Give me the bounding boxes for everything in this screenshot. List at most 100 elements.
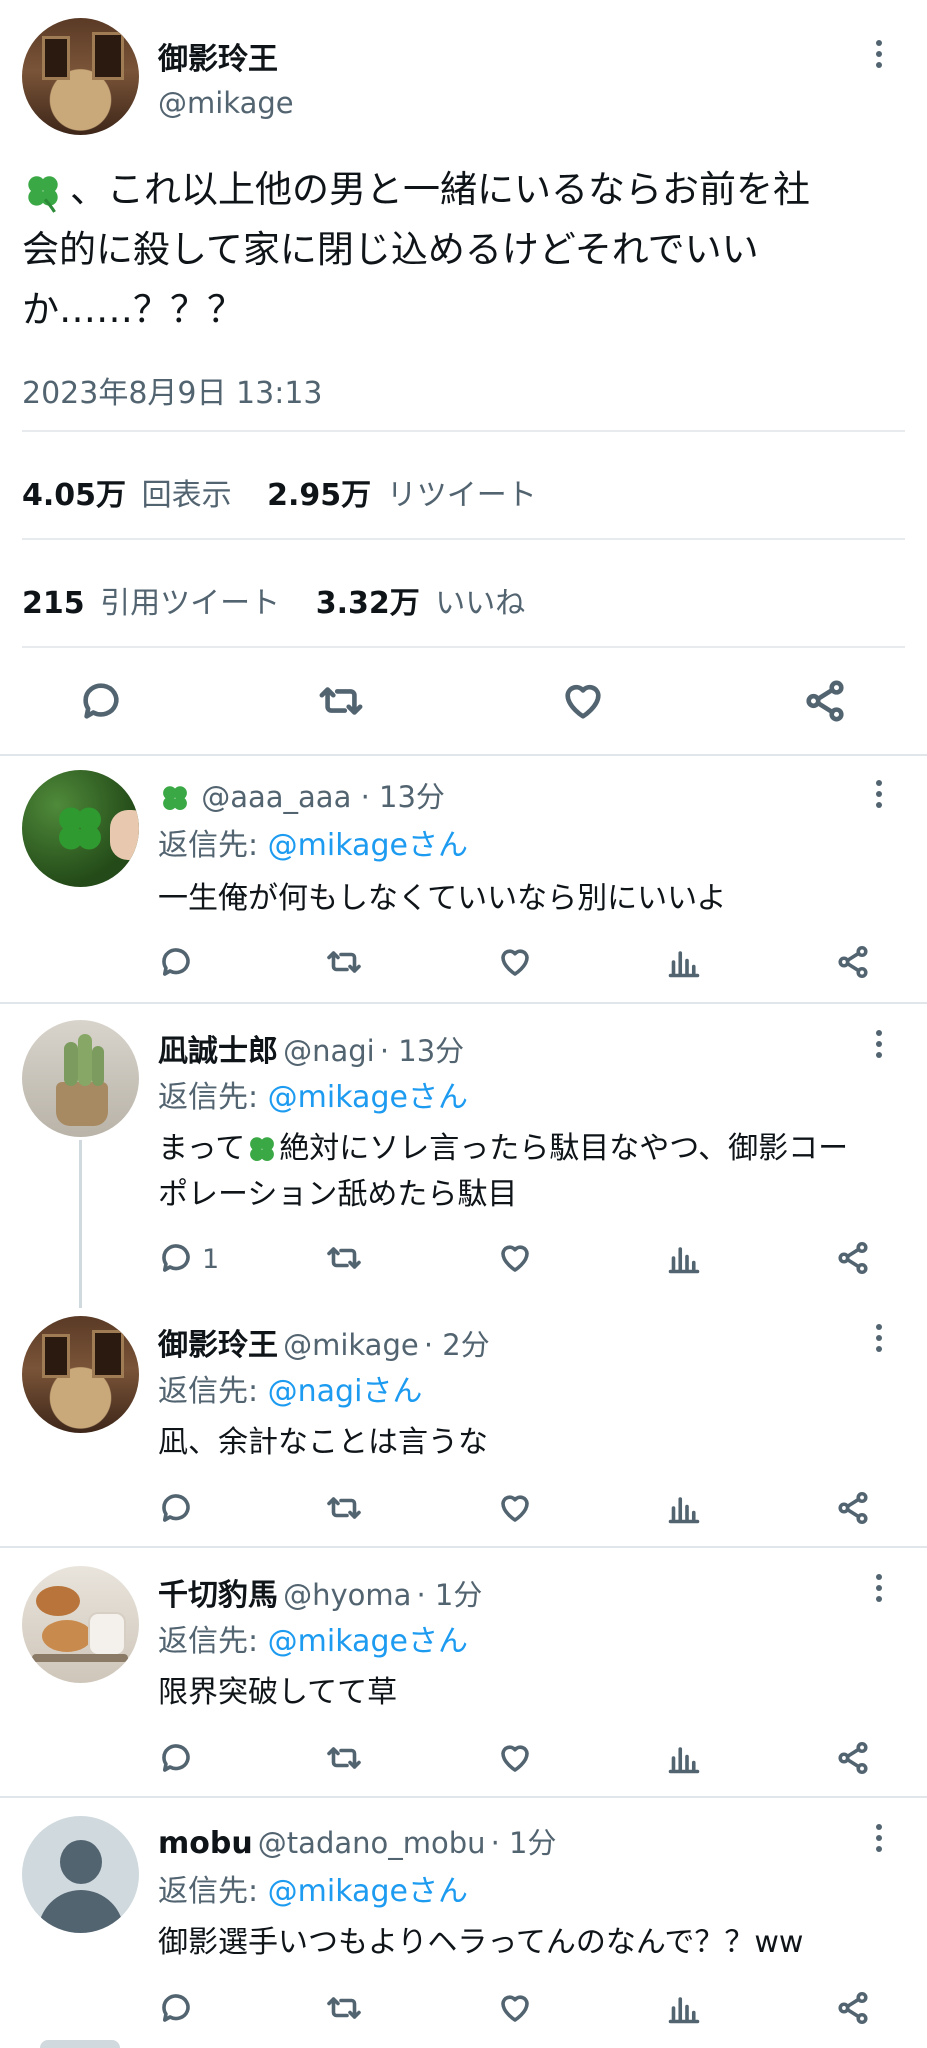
avatar[interactable] [22,1816,139,1933]
more-icon[interactable] [874,780,884,813]
views-icon[interactable] [666,944,702,980]
reply-icon[interactable] [158,944,194,980]
views-icon[interactable] [666,1990,702,2026]
divider [22,646,905,648]
author-handle[interactable]: @hyoma [283,1578,411,1612]
author-handle[interactable]: @tadano_mobu [258,1826,486,1860]
reply-header: @aaa_aaa · 13分 [158,774,445,816]
reply-icon[interactable] [158,1990,194,2026]
retweets-count[interactable]: 2.95万 [267,478,371,513]
reply-time[interactable]: · 13分 [380,1034,464,1068]
reply-prefix: 返信先: [158,1374,268,1409]
reply-to: 返信先: @mikageさん [158,1616,468,1660]
reply-text: 凪、余計なことは言うな [158,1425,488,1460]
quotes-count[interactable]: 215 [22,586,85,621]
views-count: 4.05万 [22,478,127,513]
tweet-text-line2: 会的に殺して家に閉じ込めるけどそれでいい [22,228,759,271]
views-icon[interactable] [666,1490,702,1526]
like-icon[interactable] [560,678,606,724]
clover-icon [250,1136,275,1161]
tweet-timestamp[interactable]: 2023年8月9日 13:13 [22,368,323,412]
quotes-label[interactable]: 引用ツイート [100,586,280,621]
author-name[interactable]: 御影玲王 [158,34,278,78]
author-handle[interactable]: @mikage [158,86,294,120]
avatar[interactable] [22,1316,139,1433]
author-handle[interactable]: @nagi [283,1034,375,1068]
avatar[interactable] [22,1020,139,1137]
share-icon[interactable] [835,944,871,980]
reply-count: 1 [202,1244,220,1275]
reply-time[interactable]: · 13分 [361,780,445,814]
reply-icon[interactable] [78,678,124,724]
divider [0,1796,927,1798]
retweet-icon[interactable] [326,1740,362,1776]
likes-count[interactable]: 3.32万 [316,586,420,621]
likes-label[interactable]: いいね [435,586,525,621]
reply-text-line2: ポレーション舐めたら駄目 [158,1177,518,1212]
more-icon[interactable] [874,40,884,73]
avatar[interactable] [22,770,139,887]
divider [22,430,905,432]
next-avatar-peek [40,2040,120,2048]
divider [0,1546,927,1548]
divider [0,754,927,756]
author-name[interactable]: 千切豹馬 [158,1578,278,1613]
retweets-label[interactable]: リツイート [387,478,537,513]
reply-to-link[interactable]: @nagiさん [268,1374,423,1409]
reply-icon[interactable] [158,1490,194,1526]
reply-time[interactable]: · 1分 [417,1578,483,1612]
reply-to-link[interactable]: @mikageさん [268,1080,468,1115]
reply-prefix: 返信先: [158,828,268,863]
reply-prefix: 返信先: [158,1080,268,1115]
reply-text: まって 絶対にソレ言ったら駄目なやつ、御影コー ポレーション舐めたら駄目 [158,1126,898,1218]
author-name[interactable]: 凪誠士郎 [158,1034,278,1069]
retweet-icon[interactable] [326,944,362,980]
like-icon[interactable] [497,1240,533,1276]
tweet-text-line1: 、これ以上他の男と一緒にいるならお前を社 [70,168,810,211]
author-handle[interactable]: @mikage [283,1328,419,1362]
retweet-icon[interactable] [326,1490,362,1526]
clover-icon [163,786,187,811]
stats-row-2: 215 引用ツイート 3.32万 いいね [22,578,525,622]
reply-to-link[interactable]: @mikageさん [268,1874,468,1909]
reply-to: 返信先: @mikageさん [158,1866,468,1910]
share-icon[interactable] [835,1240,871,1276]
views-icon[interactable] [666,1740,702,1776]
reply-icon[interactable] [158,1240,194,1276]
share-icon[interactable] [835,1740,871,1776]
like-icon[interactable] [497,1990,533,2026]
retweet-icon[interactable] [326,1240,362,1276]
reply-time[interactable]: · 1分 [491,1826,557,1860]
more-icon[interactable] [874,1030,884,1063]
share-icon[interactable] [835,1490,871,1526]
views-icon[interactable] [666,1240,702,1276]
author-handle[interactable]: @aaa_aaa [201,780,351,814]
reply-to: 返信先: @mikageさん [158,820,468,864]
clover-icon [59,807,101,850]
reply-prefix: 返信先: [158,1874,268,1909]
like-icon[interactable] [497,1490,533,1526]
reply-to: 返信先: @mikageさん [158,1072,468,1116]
avatar[interactable] [22,18,139,135]
reply-to-link[interactable]: @mikageさん [268,828,468,863]
reply-text-part: まって [158,1131,246,1166]
avatar[interactable] [22,1566,139,1683]
more-icon[interactable] [874,1574,884,1607]
more-icon[interactable] [874,1824,884,1857]
more-icon[interactable] [874,1324,884,1357]
reply-time[interactable]: · 2分 [424,1328,490,1362]
reply-header: 御影玲王 @mikage · 2分 [158,1320,490,1364]
retweet-icon[interactable] [326,1990,362,2026]
author-name[interactable]: 御影玲王 [158,1328,278,1363]
like-icon[interactable] [497,944,533,980]
stats-row-1: 4.05万 回表示 2.95万 リツイート [22,470,537,514]
divider [22,538,905,540]
share-icon[interactable] [835,1990,871,2026]
reply-to-link[interactable]: @mikageさん [268,1624,468,1659]
author-name[interactable]: mobu [158,1826,253,1861]
retweet-icon[interactable] [318,678,364,724]
share-icon[interactable] [802,678,848,724]
tweet-text-line3: か……？？？ [22,288,244,331]
reply-icon[interactable] [158,1740,194,1776]
like-icon[interactable] [497,1740,533,1776]
